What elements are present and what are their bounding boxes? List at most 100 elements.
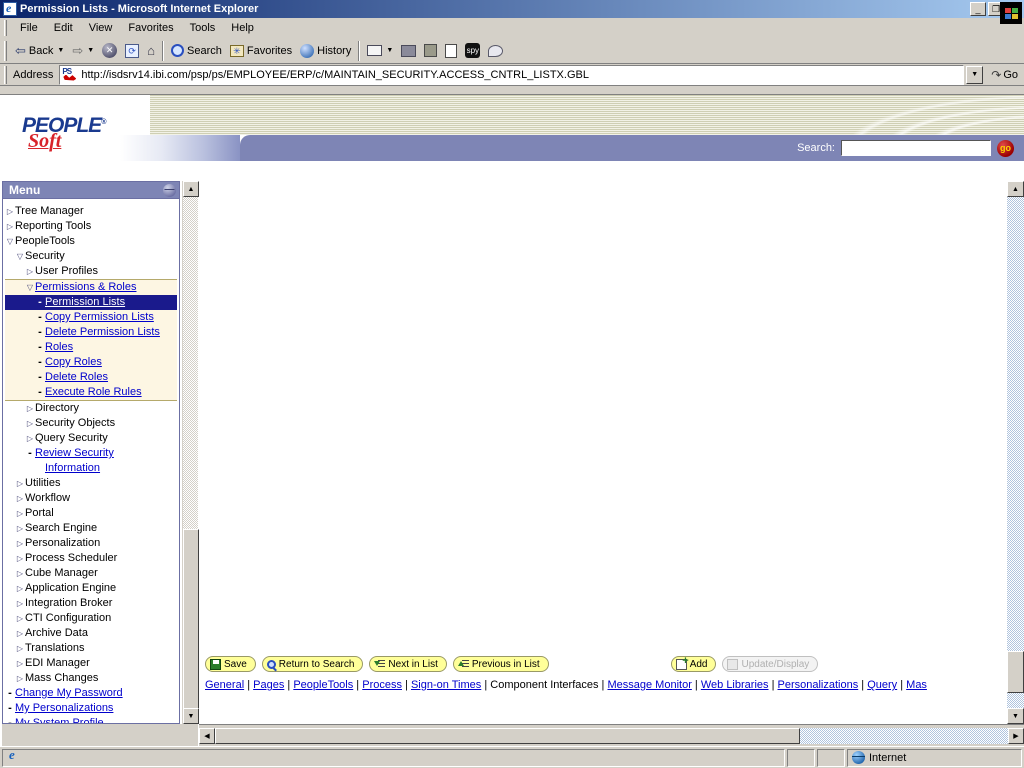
go-button[interactable]: ↷ Go <box>985 68 1024 82</box>
menu-bar-grip[interactable] <box>4 19 7 36</box>
menu-scroll-up-button[interactable]: ▲ <box>183 181 199 197</box>
hscroll-right-button[interactable]: ▶ <box>1008 727 1024 744</box>
menu-item-help[interactable]: Help <box>223 20 262 36</box>
page-tab-link[interactable]: Query <box>867 679 897 691</box>
page-button[interactable] <box>441 42 461 60</box>
tree-leaf-marker-icon[interactable]: - <box>25 446 35 461</box>
menu-tree-item[interactable]: ▷ CTI Configuration <box>5 611 177 626</box>
stop-button[interactable]: ✕ <box>98 41 121 60</box>
menu-tree-item-label[interactable]: Review Security <box>35 446 114 461</box>
menu-tree-item[interactable]: - Execute Role Rules <box>5 385 177 401</box>
content-scroll-down-button[interactable]: ▼ <box>1007 708 1024 724</box>
tree-expanded-icon[interactable]: ▽ <box>25 280 35 295</box>
page-tab-link[interactable]: General <box>205 679 244 691</box>
portal-search-input[interactable] <box>841 140 991 156</box>
menu-tree-item[interactable]: ▽ Security <box>5 249 177 264</box>
menu-tree-item[interactable]: - Delete Roles <box>5 370 177 385</box>
menu-tree-item[interactable]: ▷ EDI Manager <box>5 656 177 671</box>
tree-collapsed-icon[interactable]: ▷ <box>15 536 25 551</box>
history-button[interactable]: History <box>296 42 355 60</box>
hscroll-track[interactable] <box>800 727 1008 744</box>
content-scroll-up-button[interactable]: ▲ <box>1007 181 1024 197</box>
page-tab-link[interactable]: Process <box>362 679 402 691</box>
tree-expanded-icon[interactable]: ▽ <box>15 249 25 264</box>
tree-collapsed-icon[interactable]: ▷ <box>25 264 35 279</box>
menu-tree-item[interactable]: ▷ Portal <box>5 506 177 521</box>
menu-tree-item[interactable]: ▷ Application Engine <box>5 581 177 596</box>
tree-leaf-marker-icon[interactable]: - <box>35 295 45 310</box>
tree-collapsed-icon[interactable]: ▷ <box>15 656 25 671</box>
menu-tree-item[interactable]: ▷ Integration Broker <box>5 596 177 611</box>
tree-collapsed-icon[interactable]: ▷ <box>15 581 25 596</box>
peoplesoft-logo[interactable]: PEOPLE® Soft <box>22 113 122 157</box>
tree-leaf-marker-icon[interactable]: - <box>35 310 45 325</box>
tree-collapsed-icon[interactable]: ▷ <box>15 626 25 641</box>
address-dropdown-button[interactable]: ▼ <box>966 65 984 84</box>
return-to-search-button[interactable]: Return to Search <box>261 656 364 672</box>
tree-collapsed-icon[interactable]: ▷ <box>15 551 25 566</box>
tree-collapsed-icon[interactable]: ▷ <box>15 476 25 491</box>
menu-tree-item-label[interactable]: My System Profile <box>15 716 104 723</box>
tree-collapsed-icon[interactable]: ▷ <box>15 521 25 536</box>
address-input[interactable]: http://isdsrv14.ibi.com/psp/ps/EMPLOYEE/… <box>59 64 965 85</box>
hscroll-thumb[interactable] <box>215 727 800 744</box>
menu-tree-item-label[interactable]: Copy Roles <box>45 355 102 370</box>
menu-tree-item[interactable]: ▽ Permissions & Roles <box>5 279 177 295</box>
tree-leaf-marker-icon[interactable]: - <box>35 325 45 340</box>
print-button[interactable] <box>397 43 420 59</box>
tree-collapsed-icon[interactable]: ▷ <box>15 611 25 626</box>
content-horizontal-scrollbar[interactable]: ◀ ▶ <box>199 724 1024 746</box>
menu-tree-item[interactable]: ▷ Directory <box>5 401 177 416</box>
menu-tree-item[interactable]: ▷ Translations <box>5 641 177 656</box>
next-in-list-button[interactable]: Next in List <box>369 656 447 672</box>
update-display-button[interactable]: Update/Display <box>722 656 819 672</box>
tree-collapsed-icon[interactable]: ▷ <box>5 204 15 219</box>
menu-tree-item[interactable]: - Roles <box>5 340 177 355</box>
menu-tree-item[interactable]: ▷ Workflow <box>5 491 177 506</box>
menu-scrollbar[interactable]: ▲ ▼ <box>182 181 199 724</box>
add-button[interactable]: Add <box>670 656 717 672</box>
back-button[interactable]: ⇦ Back ▼ <box>11 43 68 59</box>
menu-tree-item[interactable]: ▽ PeopleTools <box>5 234 177 249</box>
menu-tree-item[interactable]: ▷ Tree Manager <box>5 204 177 219</box>
spy-button[interactable]: spy <box>461 41 484 60</box>
page-tab-link[interactable]: Personalizations <box>778 679 859 691</box>
tree-leaf-marker-icon[interactable]: - <box>5 701 15 716</box>
menu-tree-item[interactable]: - Copy Permission Lists <box>5 310 177 325</box>
menu-tree-item[interactable]: ▷ Utilities <box>5 476 177 491</box>
messenger-button[interactable] <box>484 43 507 59</box>
page-tab-link[interactable]: Sign-on Times <box>411 679 481 691</box>
menu-item-favorites[interactable]: Favorites <box>120 20 181 36</box>
tree-collapsed-icon[interactable]: ▷ <box>15 596 25 611</box>
page-tab-link[interactable]: Mas <box>906 679 927 691</box>
tree-collapsed-icon[interactable]: ▷ <box>15 566 25 581</box>
page-tab-link[interactable]: Web Libraries <box>701 679 769 691</box>
menu-tree-item-label[interactable]: Permissions & Roles <box>35 280 136 295</box>
tree-collapsed-icon[interactable]: ▷ <box>5 219 15 234</box>
minimize-icon[interactable]: — <box>163 183 176 197</box>
menu-tree-item[interactable]: - Change My Password <box>5 686 177 701</box>
tree-collapsed-icon[interactable]: ▷ <box>25 401 35 416</box>
menu-tree-item[interactable]: ▷ Reporting Tools <box>5 219 177 234</box>
tree-expanded-icon[interactable]: ▽ <box>5 234 15 249</box>
home-button[interactable]: ⌂ <box>143 43 159 59</box>
tree-leaf-marker-icon[interactable]: - <box>5 686 15 701</box>
content-scrollbar-thumb[interactable] <box>1007 651 1024 693</box>
tree-collapsed-icon[interactable]: ▷ <box>15 491 25 506</box>
menu-tree-item[interactable]: ▷ Cube Manager <box>5 566 177 581</box>
favorites-button[interactable]: ✳ Favorites <box>226 43 296 59</box>
menu-tree-item-label[interactable]: Permission Lists <box>45 295 125 310</box>
menu-tree-item[interactable]: ▷ Query Security <box>5 431 177 446</box>
menu-tree-item[interactable]: ▷ Mass Changes <box>5 671 177 686</box>
content-scrollbar[interactable]: ▲ ▼ <box>1007 181 1024 724</box>
menu-tree-item[interactable]: - My System Profile <box>5 716 177 723</box>
menu-tree-item[interactable]: ▷ Search Engine <box>5 521 177 536</box>
tree-leaf-marker-icon[interactable]: - <box>35 385 45 400</box>
toolbar-grip[interactable] <box>4 40 7 61</box>
menu-scrollbar-thumb[interactable] <box>183 529 199 709</box>
menu-tree-item[interactable]: - Permission Lists <box>5 295 177 310</box>
tree-leaf-marker-icon[interactable]: - <box>35 355 45 370</box>
menu-item-edit[interactable]: Edit <box>46 20 81 36</box>
page-tab-link[interactable]: Pages <box>253 679 284 691</box>
menu-tree-item-label[interactable]: Roles <box>45 340 73 355</box>
